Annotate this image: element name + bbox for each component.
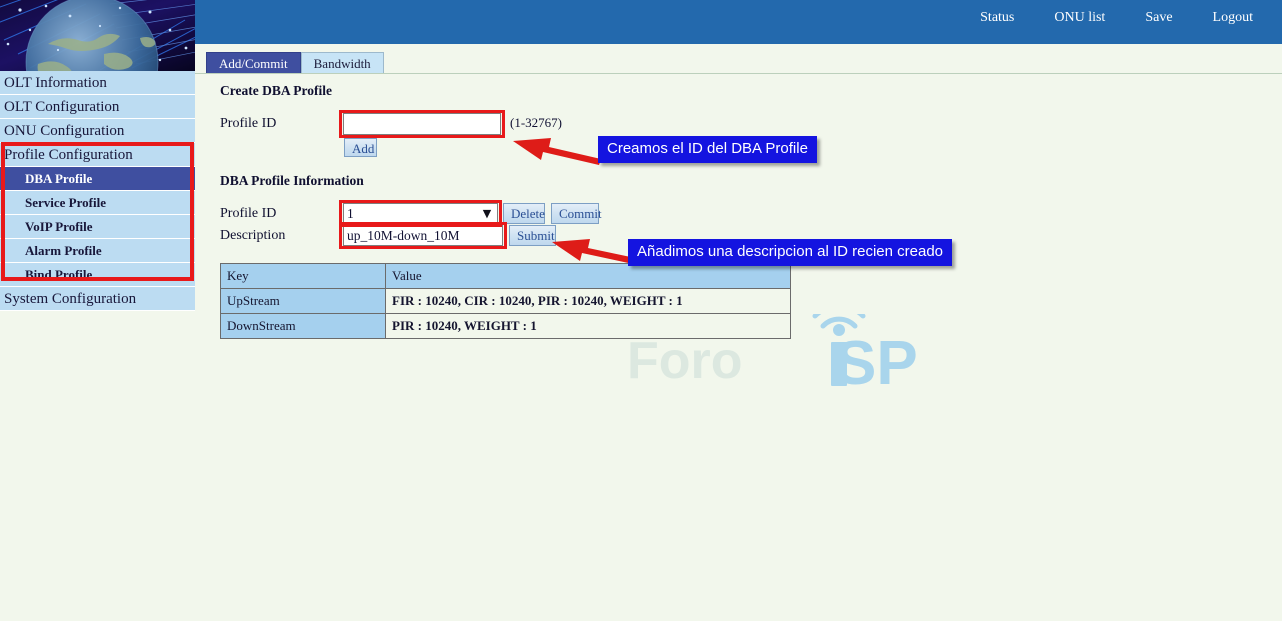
page-root: OLT InformationOLT ConfigurationONU Conf… xyxy=(0,0,1282,621)
profile-id-select[interactable]: 1 ▼ xyxy=(343,203,498,224)
add-button[interactable]: Add xyxy=(344,138,377,157)
callout-add-description: Añadimos una descripcion al ID recien cr… xyxy=(628,239,952,266)
top-nav-links: Status ONU list Save Logout xyxy=(953,9,1266,27)
table-cell-value: PIR : 10240, WEIGHT : 1 xyxy=(386,314,791,339)
table-cell-value: FIR : 10240, CIR : 10240, PIR : 10240, W… xyxy=(386,289,791,314)
callout-create-id: Creamos el ID del DBA Profile xyxy=(598,136,817,163)
commit-button[interactable]: Commit xyxy=(551,203,599,224)
nav-save[interactable]: Save xyxy=(1132,9,1185,27)
create-section-title: Create DBA Profile xyxy=(220,83,332,99)
sidebar-item-olt-configuration[interactable]: OLT Configuration xyxy=(0,95,195,119)
nav-onu-list[interactable]: ONU list xyxy=(1041,9,1118,27)
table-body: UpStreamFIR : 10240, CIR : 10240, PIR : … xyxy=(221,289,791,339)
submit-button[interactable]: Submit xyxy=(509,225,556,246)
sidebar-item-olt-information[interactable]: OLT Information xyxy=(0,71,195,95)
sidebar-item-system-configuration[interactable]: System Configuration xyxy=(0,287,195,311)
sidebar-nav: OLT InformationOLT ConfigurationONU Conf… xyxy=(0,71,195,311)
svg-text:SP: SP xyxy=(835,329,918,398)
tab-underline xyxy=(195,73,1282,74)
description-label: Description xyxy=(220,228,285,244)
info-profile-id-label: Profile ID xyxy=(220,206,276,222)
tab-add-commit[interactable]: Add/Commit xyxy=(206,52,301,74)
table-header-value: Value xyxy=(386,264,791,289)
sidebar-item-profile-configuration[interactable]: Profile Configuration xyxy=(0,143,195,167)
sidebar-item-voip-profile[interactable]: VoIP Profile xyxy=(0,215,195,239)
profile-id-range-hint: (1-32767) xyxy=(510,115,562,131)
sidebar-item-service-profile[interactable]: Service Profile xyxy=(0,191,195,215)
sidebar-item-dba-profile[interactable]: DBA Profile xyxy=(0,167,195,191)
table-header-row: KeyValue xyxy=(221,264,791,289)
info-section-title: DBA Profile Information xyxy=(220,173,364,189)
tab-bandwidth[interactable]: Bandwidth xyxy=(301,52,384,74)
create-profile-id-input[interactable] xyxy=(343,113,501,135)
table-cell-key: DownStream xyxy=(221,314,386,339)
sidebar-item-bind-profile[interactable]: Bind Profile xyxy=(0,263,195,287)
create-profile-id-label: Profile ID xyxy=(220,116,276,132)
top-bar: Status ONU list Save Logout xyxy=(195,0,1282,44)
main-content: Add/CommitBandwidth Create DBA Profile P… xyxy=(195,44,1282,621)
nav-status[interactable]: Status xyxy=(967,9,1027,27)
table-cell-key: UpStream xyxy=(221,289,386,314)
dba-profile-table: KeyValue UpStreamFIR : 10240, CIR : 1024… xyxy=(220,263,791,339)
description-input[interactable] xyxy=(343,225,503,246)
profile-id-select-value: 1 xyxy=(347,206,480,222)
delete-button[interactable]: Delete xyxy=(503,203,545,224)
chevron-down-icon: ▼ xyxy=(480,205,494,222)
table-header-key: Key xyxy=(221,264,386,289)
tab-strip: Add/CommitBandwidth xyxy=(206,52,384,74)
header-banner-image xyxy=(0,0,195,71)
svg-text:Foro: Foro xyxy=(627,332,743,390)
table-row: UpStreamFIR : 10240, CIR : 10240, PIR : … xyxy=(221,289,791,314)
nav-logout[interactable]: Logout xyxy=(1200,9,1266,27)
table-row: DownStreamPIR : 10240, WEIGHT : 1 xyxy=(221,314,791,339)
sidebar-item-onu-configuration[interactable]: ONU Configuration xyxy=(0,119,195,143)
sidebar-item-alarm-profile[interactable]: Alarm Profile xyxy=(0,239,195,263)
